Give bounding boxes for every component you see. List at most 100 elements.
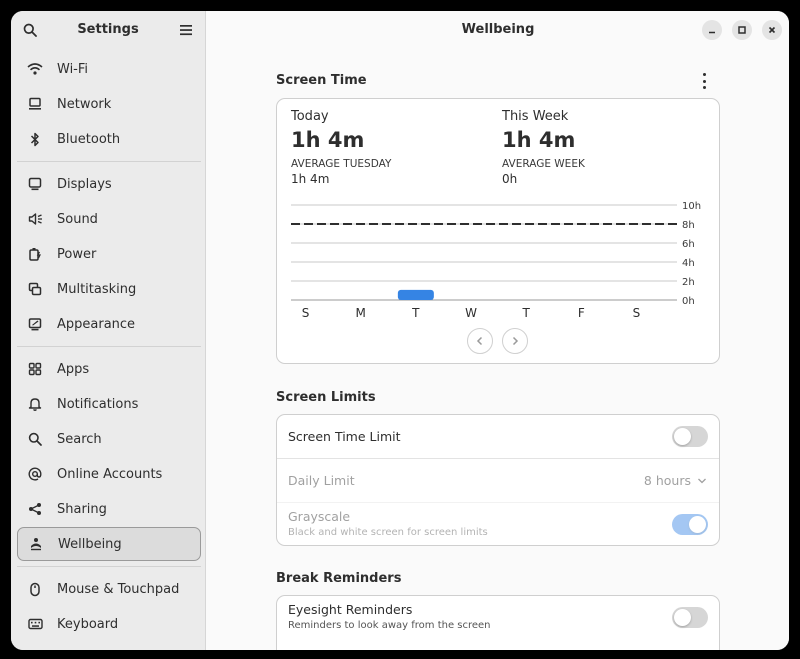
display-icon <box>27 176 43 192</box>
sidebar-item-label: Power <box>57 246 97 262</box>
screen-time-chart: 0h 2h 4h 6h 8h 10h S M T W T F S <box>291 201 701 320</box>
previous-week-button[interactable] <box>467 328 493 354</box>
eyesight-reminders-row[interactable]: Eyesight Reminders Reminders to look awa… <box>277 596 719 640</box>
sidebar-item-wifi[interactable]: Wi-Fi <box>17 52 201 86</box>
y-tick-label: 10h <box>682 201 701 212</box>
appearance-icon <box>27 316 43 332</box>
y-tick-label: 0h <box>682 296 695 307</box>
sidebar-item-wellbeing[interactable]: Wellbeing <box>17 527 201 561</box>
minimize-button[interactable] <box>702 20 722 40</box>
daily-limit-dropdown: 8 hours <box>644 473 707 488</box>
sidebar-separator <box>17 346 201 347</box>
maximize-button[interactable] <box>732 20 752 40</box>
sidebar-item-sound[interactable]: Sound <box>17 202 201 236</box>
x-tick-label: S <box>633 306 641 320</box>
y-tick-label: 2h <box>682 277 695 288</box>
sidebar-item-label: Sound <box>57 211 98 227</box>
sidebar-item-label: Mouse & Touchpad <box>57 581 180 597</box>
x-tick-label: F <box>578 306 585 320</box>
x-tick-label: S <box>302 306 310 320</box>
next-week-button[interactable] <box>502 328 528 354</box>
sidebar-separator <box>17 161 201 162</box>
main-panel: Wellbeing Screen Time Today 1h 4m AVERAG… <box>207 11 789 650</box>
at-icon <box>27 466 43 482</box>
sidebar-item-keyboard[interactable]: Keyboard <box>17 607 201 641</box>
y-tick-label: 8h <box>682 220 695 231</box>
sidebar-item-label: Sharing <box>57 501 107 517</box>
sidebar-item-label: Wi-Fi <box>57 61 89 77</box>
screen-time-card: Today 1h 4m AVERAGE TUESDAY 1h 4m This W… <box>276 98 720 364</box>
screen-limits-card: Screen Time Limit Daily Limit 8 hours Gr… <box>276 414 720 546</box>
eyesight-reminders-description: Reminders to look away from the screen <box>288 620 491 631</box>
kebab-dot <box>702 79 706 83</box>
week-stats: This Week 1h 4m AVERAGE WEEK 0h <box>502 109 585 186</box>
screen-time-menu-button[interactable] <box>701 73 707 89</box>
y-tick-label: 6h <box>682 239 695 250</box>
week-average-value: 0h <box>502 172 518 186</box>
sidebar-item-label: Network <box>57 96 112 112</box>
sidebar-header: Settings <box>11 11 205 49</box>
settings-window: Settings Wi-Fi Network Bluetooth Display… <box>11 11 789 650</box>
grayscale-description: Black and white screen for screen limits <box>288 527 488 538</box>
kebab-dot <box>702 73 706 76</box>
network-icon <box>27 96 43 112</box>
chart-bar <box>397 289 434 300</box>
break-reminders-card: Eyesight Reminders Reminders to look awa… <box>276 595 720 650</box>
sidebar-item-displays[interactable]: Displays <box>17 167 201 201</box>
sidebar-item-appearance[interactable]: Appearance <box>17 307 201 341</box>
sidebar-item-label: Multitasking <box>57 281 137 297</box>
grayscale-label: Grayscale <box>288 509 351 524</box>
sidebar-separator <box>17 566 201 567</box>
main-menu-button[interactable] <box>175 19 197 41</box>
today-average-label: AVERAGE TUESDAY <box>291 158 392 170</box>
sidebar-item-label: Wellbeing <box>58 536 122 552</box>
sidebar-item-sharing[interactable]: Sharing <box>17 492 201 526</box>
sidebar-item-bluetooth[interactable]: Bluetooth <box>17 122 201 156</box>
close-icon <box>768 26 776 34</box>
multitasking-icon <box>27 281 43 297</box>
sidebar-item-online-accounts[interactable]: Online Accounts <box>17 457 201 491</box>
y-tick-label: 4h <box>682 258 695 269</box>
chevron-down-icon <box>698 478 706 483</box>
sidebar-item-label: Online Accounts <box>57 466 163 482</box>
sidebar-item-label: Notifications <box>57 396 139 412</box>
power-icon <box>27 246 43 262</box>
sidebar-item-multitasking[interactable]: Multitasking <box>17 272 201 306</box>
daily-limit-label: Daily Limit <box>288 473 355 488</box>
maximize-icon <box>738 26 746 34</box>
screen-time-limit-switch[interactable] <box>672 426 708 447</box>
chevron-left-icon <box>476 336 483 346</box>
eyesight-reminders-switch[interactable] <box>672 607 708 628</box>
sidebar-item-mouse-touchpad[interactable]: Mouse & Touchpad <box>17 572 201 606</box>
sidebar-item-apps[interactable]: Apps <box>17 352 201 386</box>
close-button[interactable] <box>762 20 782 40</box>
sidebar-item-label: Apps <box>57 361 90 377</box>
break-reminders-heading: Break Reminders <box>276 571 402 586</box>
sidebar-item-label: Displays <box>57 176 112 192</box>
screen-limits-heading: Screen Limits <box>276 390 376 405</box>
bluetooth-icon <box>27 131 43 147</box>
daily-limit-value: 8 hours <box>643 473 691 488</box>
sidebar: Settings Wi-Fi Network Bluetooth Display… <box>11 11 206 650</box>
today-stats: Today 1h 4m AVERAGE TUESDAY 1h 4m <box>291 109 391 186</box>
sidebar-item-search[interactable]: Search <box>17 422 201 456</box>
daily-limit-row: Daily Limit 8 hours <box>277 459 719 503</box>
screen-time-limit-row[interactable]: Screen Time Limit <box>277 415 719 459</box>
bell-icon <box>27 396 43 412</box>
switch-knob <box>689 516 706 533</box>
screen-time-heading: Screen Time <box>276 73 367 88</box>
grayscale-row: Grayscale Black and white screen for scr… <box>277 503 719 545</box>
x-tick-label: M <box>356 306 366 320</box>
sidebar-item-power[interactable]: Power <box>17 237 201 271</box>
screen-time-limit-label: Screen Time Limit <box>288 429 401 444</box>
keyboard-icon <box>27 616 43 632</box>
wifi-icon <box>27 61 43 77</box>
mouse-icon <box>27 581 43 597</box>
switch-knob <box>674 428 691 445</box>
wellbeing-icon <box>28 536 44 552</box>
sidebar-item-label: Bluetooth <box>57 131 121 147</box>
sidebar-item-notifications[interactable]: Notifications <box>17 387 201 421</box>
apps-icon <box>27 361 43 377</box>
today-label: Today <box>291 109 329 124</box>
sidebar-item-network[interactable]: Network <box>17 87 201 121</box>
